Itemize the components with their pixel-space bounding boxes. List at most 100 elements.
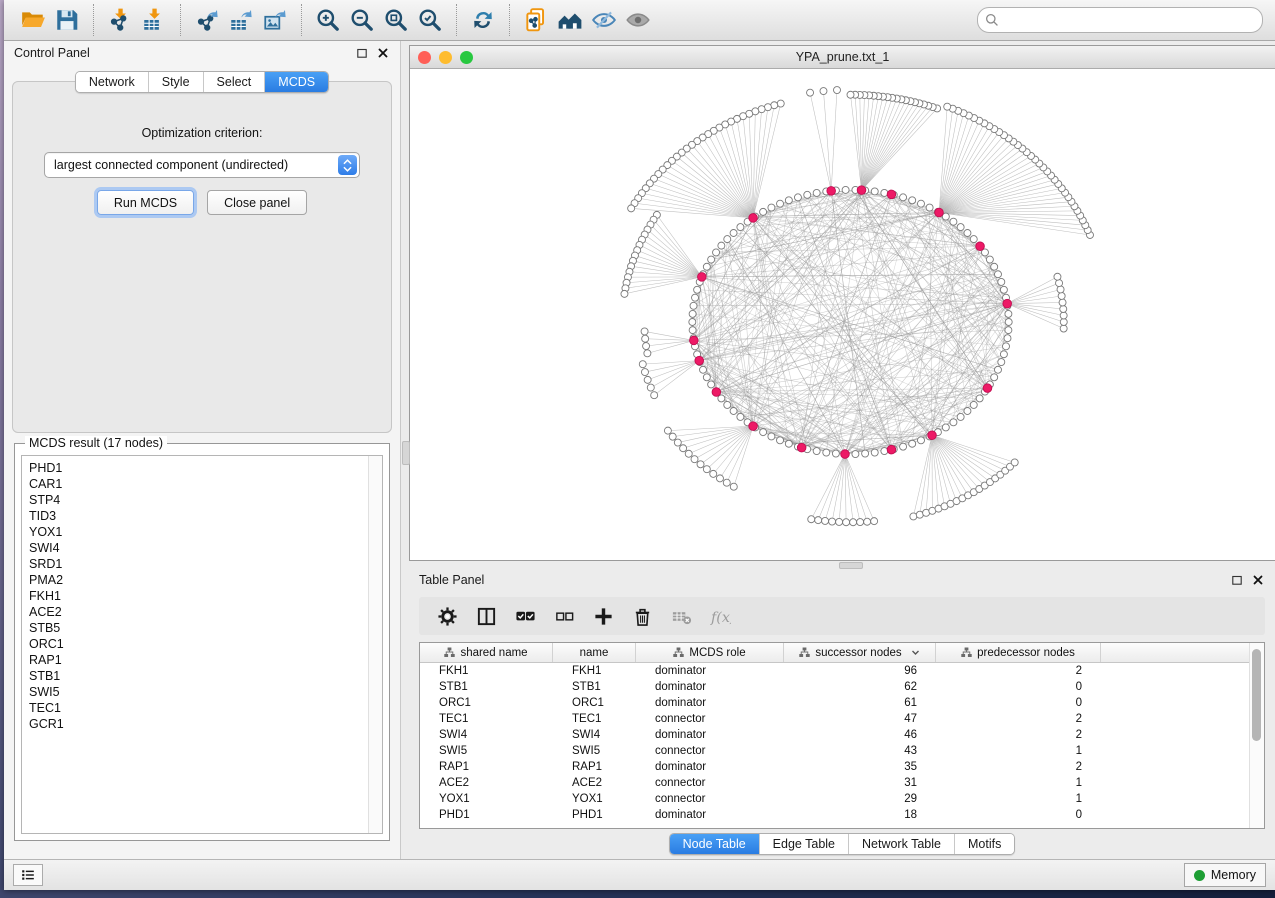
splitter-grip[interactable] [402,441,410,465]
deselect-all-button[interactable] [552,604,576,628]
tab-network-table[interactable]: Network Table [848,834,954,854]
column-header-predecessor-nodes[interactable]: predecessor nodes [936,643,1101,662]
table-cell[interactable]: STB1 [420,681,553,693]
table-cell[interactable]: ORC1 [553,697,636,709]
table-cell[interactable]: 1 [936,745,1101,757]
table-cell[interactable]: 1 [936,777,1101,789]
table-row[interactable]: RAP1RAP1dominator352 [420,759,1250,775]
tab-network[interactable]: Network [76,72,148,92]
table-row[interactable]: SWI5SWI5connector431 [420,743,1250,759]
table-cell[interactable]: SWI4 [420,729,553,741]
table-cell[interactable]: connector [636,793,784,805]
first-neighbors-button[interactable] [553,4,587,36]
table-cell[interactable]: 2 [936,729,1101,741]
optimization-criterion-select[interactable]: largest connected component (undirected) [44,152,360,178]
mcds-result-item[interactable]: GCR1 [29,716,368,732]
mcds-result-item[interactable]: STB1 [29,668,368,684]
table-cell[interactable]: ACE2 [420,777,553,789]
refresh-button[interactable] [466,4,500,36]
mcds-result-item[interactable]: SWI4 [29,540,368,556]
gear-button[interactable] [435,604,459,628]
tab-node-table[interactable]: Node Table [670,834,759,854]
open-folder-button[interactable] [16,4,50,36]
table-row[interactable]: STB1STB1dominator620 [420,679,1250,695]
table-cell[interactable]: 46 [784,729,936,741]
select-all-button[interactable] [513,604,537,628]
zoom-selected-button[interactable] [413,4,447,36]
mcds-result-item[interactable]: PMA2 [29,572,368,588]
close-panel-icon[interactable] [376,46,390,60]
table-cell[interactable]: ORC1 [420,697,553,709]
mcds-result-item[interactable]: ORC1 [29,636,368,652]
table-cell[interactable]: YOX1 [553,793,636,805]
table-cell[interactable]: FKH1 [420,665,553,677]
table-cell[interactable]: PHD1 [553,809,636,821]
table-cell[interactable]: 35 [784,761,936,773]
mcds-result-item[interactable]: TID3 [29,508,368,524]
add-column-button[interactable] [591,604,615,628]
table-cell[interactable]: 0 [936,697,1101,709]
mcds-result-item[interactable]: PHD1 [29,460,368,476]
show-all-button[interactable] [621,4,655,36]
network-window-titlebar[interactable]: YPA_prune.txt_1 [410,46,1275,69]
table-cell[interactable]: STB1 [553,681,636,693]
tab-select[interactable]: Select [203,72,265,92]
table-row[interactable]: ORC1ORC1dominator610 [420,695,1250,711]
run-mcds-button[interactable]: Run MCDS [97,190,194,215]
network-canvas[interactable] [410,69,1275,560]
mcds-list-scrollbar[interactable] [368,456,382,833]
task-history-button[interactable] [13,864,43,886]
column-header-successor-nodes[interactable]: successor nodes [784,643,936,662]
save-button[interactable] [50,4,84,36]
table-cell[interactable]: connector [636,745,784,757]
close-panel-icon[interactable] [1251,573,1265,587]
mcds-result-item[interactable]: RAP1 [29,652,368,668]
table-cell[interactable]: 62 [784,681,936,693]
memory-button[interactable]: Memory [1184,863,1266,887]
table-cell[interactable]: dominator [636,681,784,693]
table-cell[interactable]: 2 [936,665,1101,677]
table-cell[interactable]: 47 [784,713,936,725]
show-columns-button[interactable] [474,604,498,628]
mcds-result-item[interactable]: ACE2 [29,604,368,620]
export-network-button[interactable] [190,4,224,36]
mcds-result-item[interactable]: YOX1 [29,524,368,540]
vertical-splitter[interactable] [401,41,409,859]
table-cell[interactable]: SWI4 [553,729,636,741]
mcds-result-item[interactable]: STP4 [29,492,368,508]
table-cell[interactable]: dominator [636,697,784,709]
table-cell[interactable]: SWI5 [553,745,636,757]
table-cell[interactable]: PHD1 [420,809,553,821]
table-cell[interactable]: TEC1 [553,713,636,725]
table-cell[interactable]: 29 [784,793,936,805]
column-header-name[interactable]: name [553,643,636,662]
mcds-result-list[interactable]: PHD1CAR1STP4TID3YOX1SWI4SRD1PMA2FKH1ACE2… [21,455,383,834]
mcds-result-item[interactable]: FKH1 [29,588,368,604]
table-cell[interactable]: TEC1 [420,713,553,725]
table-cell[interactable]: SWI5 [420,745,553,757]
float-panel-icon[interactable] [1230,573,1244,587]
table-cell[interactable]: RAP1 [553,761,636,773]
table-cell[interactable]: ACE2 [553,777,636,789]
hide-selected-button[interactable] [587,4,621,36]
table-row[interactable]: SWI4SWI4dominator462 [420,727,1250,743]
table-cell[interactable]: 0 [936,809,1101,821]
table-cell[interactable]: 2 [936,713,1101,725]
tab-edge-table[interactable]: Edge Table [759,834,848,854]
network-graph[interactable] [410,69,1275,560]
table-row[interactable]: FKH1FKH1dominator962 [420,663,1250,679]
table-cell[interactable]: connector [636,713,784,725]
search-input[interactable] [1000,12,1258,28]
table-cell[interactable]: dominator [636,665,784,677]
table-row[interactable]: ACE2ACE2connector311 [420,775,1250,791]
float-panel-icon[interactable] [355,46,369,60]
table-cell[interactable]: RAP1 [420,761,553,773]
table-cell[interactable]: 0 [936,681,1101,693]
table-scrollbar[interactable] [1249,643,1264,828]
table-scrollbar-thumb[interactable] [1252,649,1261,741]
export-table-button[interactable] [224,4,258,36]
table-cell[interactable]: dominator [636,809,784,821]
column-header-MCDS-role[interactable]: MCDS role [636,643,784,662]
search-box[interactable] [977,7,1263,33]
mcds-result-item[interactable]: SRD1 [29,556,368,572]
